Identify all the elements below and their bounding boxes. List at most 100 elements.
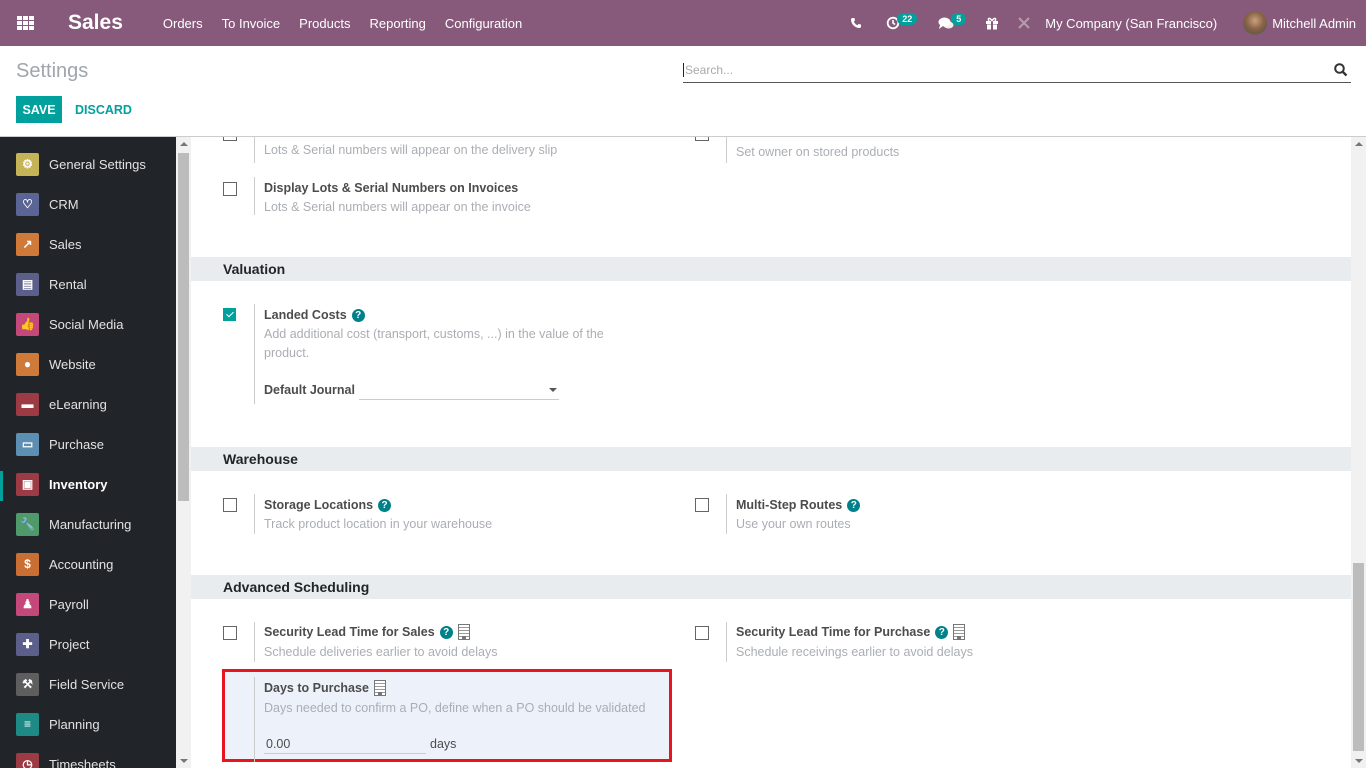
elearning-icon: ▬ [16, 392, 39, 416]
section-warehouse: Warehouse [191, 447, 1351, 471]
storage-locations-desc: Track product location in your warehouse [264, 517, 493, 531]
multi-step-routes-title: Multi-Step Routes ? [736, 498, 861, 512]
messages-badge: 5 [951, 13, 967, 25]
sidebar-item-social-media[interactable]: 👍 Social Media [0, 304, 176, 344]
apps-menu-icon[interactable] [2, 0, 48, 46]
user-name: Mitchell Admin [1272, 15, 1356, 31]
lots-invoices-title: Display Lots & Serial Numbers on Invoice… [264, 181, 519, 195]
company-building-icon [457, 624, 470, 640]
menu-reporting[interactable]: Reporting [369, 16, 425, 31]
user-menu[interactable]: Mitchell Admin [1243, 11, 1356, 35]
search-bar [683, 58, 1351, 83]
scroll-up-arrow[interactable] [1355, 142, 1363, 146]
gift-button[interactable] [985, 17, 999, 30]
save-button[interactable]: SAVE [16, 96, 62, 123]
help-icon[interactable]: ? [439, 625, 453, 639]
menu-configuration[interactable]: Configuration [445, 16, 522, 31]
debug-button[interactable] [1017, 16, 1031, 30]
sidebar-item-sales[interactable]: ↗ Sales [0, 224, 176, 264]
lead-time-purchase-label: Security Lead Time for Purchase [736, 625, 931, 639]
activities-badge: 22 [897, 13, 918, 25]
thumbs-up-icon: 👍 [16, 312, 39, 336]
lots-invoices-desc: Lots & Serial numbers will appear on the… [264, 200, 531, 214]
sidebar-item-label: Inventory [49, 476, 108, 492]
lead-time-sales-checkbox[interactable] [223, 626, 237, 640]
messages-button[interactable]: 5 [938, 13, 969, 30]
settings-content: Lots & Serial numbers will appear on the… [191, 137, 1351, 768]
setting-lots-invoices: Display Lots & Serial Numbers on Invoice… [223, 177, 663, 221]
section-title: Warehouse [223, 451, 298, 467]
sidebar-item-label: Timesheets [49, 756, 116, 768]
scrollbar-thumb[interactable] [178, 153, 189, 501]
sidebar-item-general-settings[interactable]: ⚙ General Settings [0, 144, 176, 184]
sidebar-item-accounting[interactable]: $ Accounting [0, 544, 176, 584]
discard-button[interactable]: DISCARD [75, 96, 132, 123]
chart-icon: ↗ [16, 232, 39, 256]
systray: 22 5 My Company (San Francisco) Mitchell… [850, 0, 1366, 46]
section-advanced-scheduling: Advanced Scheduling [191, 575, 1351, 599]
days-to-purchase-title: Days to Purchase [264, 680, 386, 696]
scrollbar-thumb[interactable] [1353, 563, 1364, 751]
days-to-purchase-input[interactable] [264, 734, 426, 754]
scroll-down-arrow[interactable] [1355, 759, 1363, 763]
rental-icon: ▤ [16, 272, 39, 296]
landed-costs-label: Landed Costs [264, 308, 347, 322]
default-journal-select[interactable] [359, 380, 559, 400]
consignment-checkbox[interactable] [695, 137, 709, 141]
days-to-purchase-label: Days to Purchase [264, 681, 369, 695]
scroll-up-arrow[interactable] [180, 142, 188, 146]
app-brand[interactable]: Sales [68, 11, 123, 35]
setting-storage-locations: Storage Locations ? Track product locati… [223, 494, 663, 538]
help-icon[interactable]: ? [935, 625, 949, 639]
setting-landed-costs: Landed Costs ? Add additional cost (tran… [223, 304, 663, 408]
sidebar-item-rental[interactable]: ▤ Rental [0, 264, 176, 304]
search-input[interactable] [683, 63, 1333, 77]
menu-orders[interactable]: Orders [163, 16, 203, 31]
lead-time-purchase-desc: Schedule receivings earlier to avoid del… [736, 645, 973, 659]
setting-lead-time-purchase: Security Lead Time for Purchase ? Schedu… [695, 622, 1135, 666]
lead-time-purchase-title: Security Lead Time for Purchase ? [736, 624, 966, 640]
lead-time-purchase-checkbox[interactable] [695, 626, 709, 640]
sidebar-item-purchase[interactable]: ▭ Purchase [0, 424, 176, 464]
multi-step-routes-checkbox[interactable] [695, 498, 709, 512]
sidebar-item-label: Planning [49, 716, 100, 732]
stopwatch-icon: ◷ [16, 752, 39, 768]
sidebar-item-manufacturing[interactable]: 🔧 Manufacturing [0, 504, 176, 544]
help-icon[interactable]: ? [847, 498, 861, 512]
landed-costs-desc: Add additional cost (transport, customs,… [264, 327, 604, 360]
sidebar-item-website[interactable]: ● Website [0, 344, 176, 384]
days-unit: days [430, 737, 457, 751]
menu-to-invoice[interactable]: To Invoice [222, 16, 281, 31]
sidebar-item-field-service[interactable]: ⚒ Field Service [0, 664, 176, 704]
activities-button[interactable]: 22 [886, 13, 920, 30]
sidebar-item-label: Purchase [49, 436, 104, 452]
lots-delivery-checkbox[interactable] [223, 137, 237, 141]
sidebar-item-payroll[interactable]: ♟ Payroll [0, 584, 176, 624]
sidebar-item-planning[interactable]: ≡ Planning [0, 704, 176, 744]
sidebar-item-inventory[interactable]: ▣ Inventory [0, 464, 176, 504]
sidebar-item-crm[interactable]: ♡ CRM [0, 184, 176, 224]
multi-step-routes-desc: Use your own routes [736, 517, 851, 531]
globe-icon: ● [16, 352, 39, 376]
search-icon[interactable] [1333, 62, 1349, 78]
lots-delivery-desc: Lots & Serial numbers will appear on the… [264, 143, 558, 157]
storage-locations-checkbox[interactable] [223, 498, 237, 512]
sidebar-scrollbar[interactable] [176, 137, 191, 768]
lots-invoices-checkbox[interactable] [223, 182, 237, 196]
landed-costs-checkbox[interactable] [223, 308, 236, 321]
help-icon[interactable]: ? [378, 498, 392, 512]
company-switcher[interactable]: My Company (San Francisco) [1045, 16, 1217, 31]
sidebar-item-label: Social Media [49, 316, 124, 332]
multi-step-routes-label: Multi-Step Routes [736, 498, 843, 512]
content-scrollbar[interactable] [1351, 137, 1366, 768]
sidebar-item-timesheets[interactable]: ◷ Timesheets [0, 744, 176, 768]
sidebar-item-elearning[interactable]: ▬ eLearning [0, 384, 176, 424]
sidebar-item-label: Sales [49, 236, 82, 252]
scroll-down-arrow[interactable] [180, 759, 188, 763]
sidebar-item-label: CRM [49, 196, 79, 212]
menu-products[interactable]: Products [299, 16, 350, 31]
sidebar-item-project[interactable]: ✚ Project [0, 624, 176, 664]
phone-button[interactable] [850, 17, 862, 29]
sidebar-item-label: Field Service [49, 676, 125, 692]
help-icon[interactable]: ? [351, 308, 365, 322]
